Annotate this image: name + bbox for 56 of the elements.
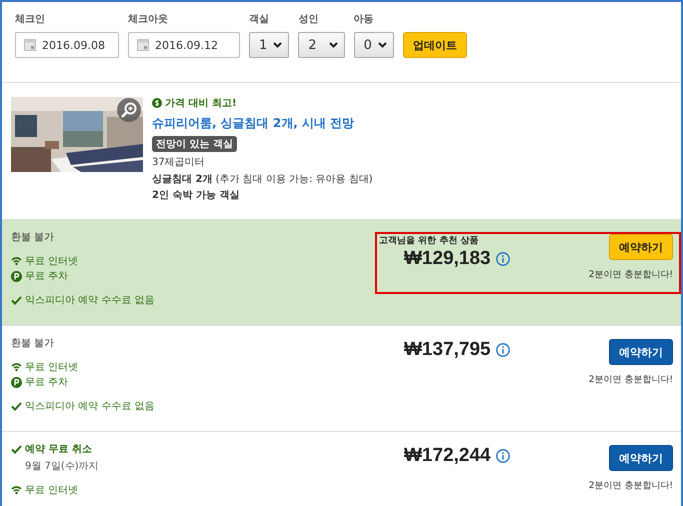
booking-note: 2분이면 충분합니다!: [588, 374, 673, 386]
field-label: 성인: [298, 13, 320, 26]
field-label: 체크아웃: [128, 13, 169, 26]
chevron-down-icon: [273, 42, 282, 48]
recommend-label: 고객님을 위한 추천 상품: [379, 235, 480, 246]
price: ₩172,244: [404, 445, 491, 467]
dropdown[interactable]: 2: [298, 32, 345, 58]
info-icon: [496, 449, 510, 463]
dropdown[interactable]: 1: [249, 32, 290, 58]
dropdown[interactable]: 0: [354, 32, 394, 58]
field-label: 아동: [354, 13, 375, 26]
amenity-text: 무료 주차: [25, 376, 68, 389]
field-label: 체크인: [15, 13, 46, 26]
amenity-text: 무료 주차: [25, 270, 68, 283]
wifi-icon: [11, 484, 22, 496]
book-button[interactable]: 예약하기: [609, 339, 673, 365]
chevron-down-icon: [378, 42, 387, 48]
book-button[interactable]: 예약하기: [609, 234, 673, 260]
dollar-coin-icon: [152, 98, 162, 108]
room-title-link[interactable]: 슈피리어룸, 싱글침대 2개, 시내 전망: [152, 115, 373, 132]
deal-label: 가격 대비 최고!: [165, 97, 237, 110]
room-tag: 전망이 있는 객실: [152, 136, 237, 152]
wifi-icon: [11, 256, 22, 266]
info-icon: [496, 252, 510, 266]
calendar-icon: [24, 39, 36, 51]
cancellation-text: 예약 무료 취소: [25, 443, 92, 456]
check-icon: [11, 444, 22, 454]
bed-info: 싱글침대 2개 (추가 침대 이용 가능: 유아용 침대): [152, 173, 373, 186]
parking-icon: [11, 270, 22, 282]
amenity-text: 무료 인터넷: [25, 361, 78, 374]
zoom-icon: [117, 98, 141, 122]
update-button[interactable]: 업데이트: [402, 32, 467, 58]
chevron-down-icon: [328, 42, 338, 48]
parking-icon: [11, 376, 22, 388]
amenity-text: 무료 인터넷: [25, 484, 78, 497]
refund-text: 환불 불가: [11, 337, 56, 350]
check-icon: [11, 295, 22, 305]
fee-note: 익스피디아 예약 수수료 없음: [25, 400, 155, 413]
info-icon: [496, 343, 510, 357]
book-button[interactable]: 예약하기: [609, 445, 673, 471]
booking-note: 2분이면 충분합니다!: [588, 480, 673, 492]
cancellation-date: 9월 7일(수)까지: [24, 460, 99, 473]
date-field[interactable]: 2016.09.08: [15, 32, 119, 58]
date-field[interactable]: 2016.09.12: [128, 32, 240, 58]
price: ₩129,183: [404, 248, 491, 270]
amenity-text: 무료 인터넷: [25, 255, 78, 268]
field-label: 객실: [249, 13, 270, 26]
occupancy-info: 2인 숙박 가능 객실: [152, 189, 240, 202]
calendar-icon: [137, 39, 149, 51]
refund-text: 환불 불가: [11, 231, 56, 244]
check-icon: [11, 401, 22, 411]
wifi-icon: [11, 362, 22, 372]
room-size: 37제곱미터: [152, 156, 206, 169]
booking-note: 2분이면 충분합니다!: [588, 269, 673, 281]
fee-note: 익스피디아 예약 수수료 없음: [25, 294, 155, 307]
price: ₩137,795: [404, 339, 491, 361]
